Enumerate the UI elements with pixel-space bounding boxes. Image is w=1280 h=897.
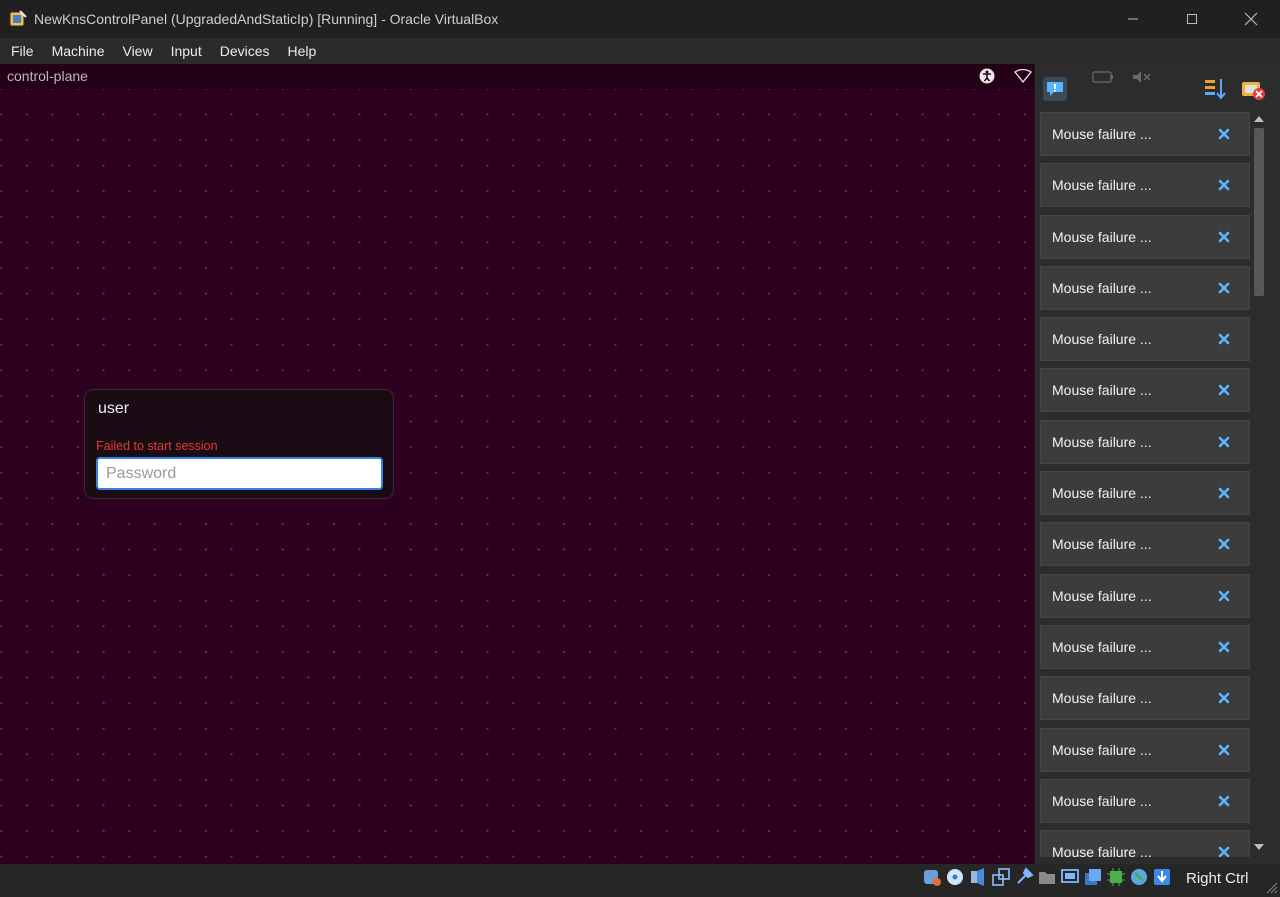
notification-label: Mouse failure ... (1052, 433, 1152, 450)
status-indicators (922, 867, 1172, 887)
notification-item[interactable]: Mouse failure ... (1040, 830, 1250, 857)
notification-label: Mouse failure ... (1052, 587, 1152, 604)
chevron-up-icon (1254, 116, 1264, 122)
notification-label: Mouse failure ... (1052, 382, 1152, 399)
clear-notifications-icon[interactable] (1240, 76, 1266, 102)
notification-label: Mouse failure ... (1052, 228, 1152, 245)
guest-hostname: control-plane (7, 68, 88, 84)
notification-item[interactable]: Mouse failure ... (1040, 624, 1250, 669)
close-icon[interactable] (1217, 435, 1231, 449)
virtualbox-app-icon (9, 10, 27, 27)
host-key-label: Right Ctrl (1186, 870, 1249, 887)
notification-label: Mouse failure ... (1052, 331, 1152, 348)
notification-label: Mouse failure ... (1052, 536, 1152, 553)
menu-input[interactable]: Input (162, 38, 211, 64)
close-icon[interactable] (1217, 537, 1231, 551)
usb-icon[interactable] (1014, 867, 1034, 887)
chevron-down-icon (1254, 844, 1264, 850)
notification-item[interactable]: Mouse failure ... (1040, 522, 1250, 567)
window-controls (1103, 0, 1280, 38)
shared-folders-icon[interactable] (1037, 867, 1057, 887)
notification-label: Mouse failure ... (1052, 741, 1152, 758)
notification-label: Mouse failure ... (1052, 844, 1152, 857)
password-input[interactable] (96, 457, 383, 490)
close-icon[interactable] (1217, 794, 1231, 808)
close-icon[interactable] (1217, 691, 1231, 705)
notification-item[interactable]: Mouse failure ... (1040, 112, 1250, 156)
notification-label: Mouse failure ... (1052, 638, 1152, 655)
notification-label: Mouse failure ... (1052, 279, 1152, 296)
maximize-button[interactable] (1162, 0, 1221, 38)
optical-drive-icon[interactable] (945, 867, 965, 887)
login-card: user Failed to start session (84, 389, 394, 499)
notification-label: Mouse failure ... (1052, 485, 1152, 502)
sort-icon[interactable] (1202, 76, 1228, 102)
menu-devices[interactable]: Devices (211, 38, 279, 64)
close-icon[interactable] (1217, 845, 1231, 857)
login-username[interactable]: user (98, 400, 129, 418)
notification-item[interactable]: Mouse failure ... (1040, 471, 1250, 516)
notification-label: Mouse failure ... (1052, 126, 1152, 142)
notification-item[interactable]: Mouse failure ... (1040, 676, 1250, 721)
close-icon[interactable] (1217, 743, 1231, 757)
notification-item[interactable]: Mouse failure ... (1040, 368, 1250, 413)
menu-bar: File Machine View Input Devices Help (0, 38, 1280, 64)
close-icon[interactable] (1217, 383, 1231, 397)
notification-item[interactable]: Mouse failure ... (1040, 317, 1250, 362)
scroll-down-button[interactable] (1251, 840, 1267, 854)
accessibility-icon[interactable] (979, 68, 995, 84)
close-icon[interactable] (1217, 281, 1231, 295)
notification-scrollbar[interactable] (1251, 112, 1267, 854)
close-icon[interactable] (1217, 486, 1231, 500)
mouse-integration-icon[interactable] (1129, 867, 1149, 887)
close-window-button[interactable] (1221, 0, 1280, 38)
cpu-icon[interactable] (1106, 867, 1126, 887)
scroll-thumb[interactable] (1254, 128, 1264, 296)
video-capture-icon[interactable] (1083, 867, 1103, 887)
hard-disk-icon[interactable] (922, 867, 942, 887)
scroll-up-button[interactable] (1251, 112, 1267, 126)
title-bar: NewKnsControlPanel (UpgradedAndStaticIp)… (0, 0, 1280, 38)
menu-help[interactable]: Help (279, 38, 326, 64)
notification-label: Mouse failure ... (1052, 792, 1152, 809)
notification-list: Mouse failure ... Mouse failure ... Mous… (1040, 112, 1250, 857)
menu-file[interactable]: File (2, 38, 43, 64)
login-error-message: Failed to start session (96, 439, 218, 453)
notification-item[interactable]: Mouse failure ... (1040, 265, 1250, 310)
notification-item[interactable]: Mouse failure ... (1040, 573, 1250, 618)
notification-item[interactable]: Mouse failure ... (1040, 214, 1250, 259)
close-icon[interactable] (1217, 178, 1231, 192)
notification-item[interactable]: Mouse failure ... (1040, 778, 1250, 823)
minimize-icon (1127, 18, 1138, 20)
display-icon[interactable] (1060, 867, 1080, 887)
minimize-button[interactable] (1103, 0, 1162, 38)
audio-icon[interactable] (968, 867, 988, 887)
window-title: NewKnsControlPanel (UpgradedAndStaticIp)… (34, 11, 499, 27)
volume-mute-icon (1133, 71, 1151, 83)
notification-item[interactable]: Mouse failure ... (1040, 419, 1250, 464)
notification-item[interactable]: Mouse failure ... (1040, 163, 1250, 208)
notification-item[interactable]: Mouse failure ... (1040, 727, 1250, 772)
menu-view[interactable]: View (113, 38, 161, 64)
network-adapter-icon[interactable] (991, 867, 1011, 887)
notification-label: Mouse failure ... (1052, 690, 1152, 707)
menu-machine[interactable]: Machine (43, 38, 114, 64)
keyboard-capture-icon[interactable] (1152, 867, 1172, 887)
close-icon (1244, 12, 1257, 26)
close-icon[interactable] (1217, 127, 1231, 141)
close-icon[interactable] (1217, 589, 1231, 603)
battery-icon (1092, 71, 1113, 83)
close-icon[interactable] (1217, 640, 1231, 654)
maximize-icon (1186, 14, 1197, 24)
guest-top-bar (0, 64, 1035, 89)
close-icon[interactable] (1217, 230, 1231, 244)
network-icon[interactable] (1014, 69, 1032, 83)
notification-center-icon[interactable] (1042, 76, 1068, 102)
notification-label: Mouse failure ... (1052, 177, 1152, 194)
resize-grip-icon[interactable] (1264, 880, 1278, 894)
close-icon[interactable] (1217, 332, 1231, 346)
